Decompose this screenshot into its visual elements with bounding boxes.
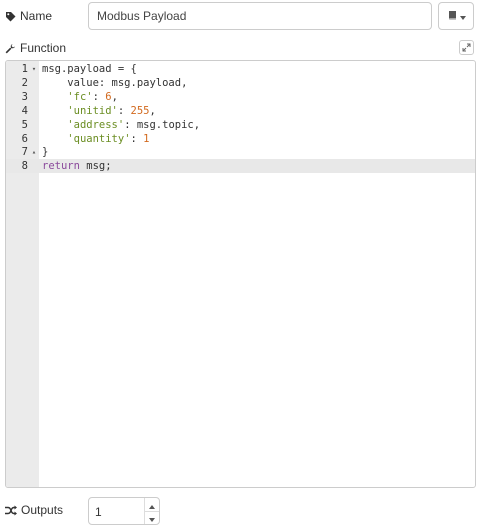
- code-line[interactable]: 6 'quantity': 1: [6, 132, 475, 146]
- tag-icon: [5, 11, 16, 22]
- name-label: Name: [5, 9, 52, 23]
- spinner-down-button[interactable]: [144, 511, 159, 524]
- token: :: [130, 132, 144, 145]
- code-text: value: msg.payload,: [42, 76, 187, 90]
- token-num: 255: [130, 104, 150, 117]
- code-text: }: [42, 145, 48, 159]
- code-text: return msg;: [42, 159, 112, 173]
- code-editor[interactable]: 1 ▾ msg.payload = {2 value: msg.payload, 3 …: [5, 60, 476, 488]
- library-button[interactable]: [438, 2, 474, 30]
- code-line[interactable]: 2 value: msg.payload,: [6, 76, 475, 90]
- code-line[interactable]: 5 'address': msg.topic,: [6, 118, 475, 132]
- name-input[interactable]: [88, 2, 432, 30]
- line-number: 6: [21, 132, 28, 145]
- token: :: [92, 90, 106, 103]
- caret-down-icon: [459, 9, 466, 23]
- code-line[interactable]: 7 ▴}: [6, 145, 475, 159]
- expand-icon: [462, 41, 471, 55]
- line-number: 2: [21, 76, 28, 89]
- code-text: msg.payload = {: [42, 62, 137, 76]
- token-str: 'address': [67, 118, 125, 131]
- code-text: 'fc': 6,: [42, 90, 118, 104]
- outputs-label: Outputs: [5, 503, 63, 517]
- code-line[interactable]: 1 ▾ msg.payload = {: [6, 62, 475, 76]
- line-number: 5: [21, 118, 28, 131]
- token: :: [117, 104, 131, 117]
- token: value: msg.payload,: [42, 76, 188, 89]
- function-label: Function: [5, 41, 66, 55]
- token-str: 'quantity': [67, 132, 131, 145]
- outputs-spinner[interactable]: 1: [88, 497, 160, 525]
- token-num: 1: [143, 132, 150, 145]
- token: msg.payload = {: [42, 63, 137, 75]
- code-text: 'address': msg.topic,: [42, 118, 200, 132]
- function-label-text: Function: [20, 41, 67, 55]
- token-str: 'fc': [67, 90, 93, 103]
- fold-toggle-icon[interactable]: ▴: [30, 145, 38, 159]
- token: ,: [111, 90, 118, 103]
- token: msg;: [79, 160, 112, 173]
- fold-toggle-icon[interactable]: ▾: [30, 62, 38, 76]
- wrench-icon: [5, 43, 16, 54]
- line-number: 1: [21, 63, 28, 75]
- book-icon: [447, 9, 457, 23]
- caret-up-icon: [149, 498, 155, 512]
- token-kw: return: [42, 160, 80, 173]
- code-text: 'quantity': 1: [42, 132, 150, 146]
- code-text: 'unitid': 255,: [42, 104, 156, 118]
- caret-down-icon: [149, 511, 155, 525]
- code-line[interactable]: 3 'fc': 6,: [6, 90, 475, 104]
- line-number: 8: [21, 160, 28, 173]
- line-number: 3: [21, 90, 28, 103]
- random-icon: [5, 505, 17, 516]
- line-number: 4: [21, 104, 28, 117]
- line-number: 7: [21, 146, 28, 159]
- token: : msg.topic,: [124, 118, 201, 131]
- token-str: 'unitid': [67, 104, 118, 117]
- expand-editor-button[interactable]: [459, 40, 474, 55]
- name-label-text: Name: [20, 9, 53, 23]
- outputs-label-text: Outputs: [21, 503, 64, 517]
- outputs-value[interactable]: 1: [95, 505, 102, 519]
- token: }: [42, 146, 49, 159]
- code-line[interactable]: 4 'unitid': 255,: [6, 104, 475, 118]
- code-line[interactable]: 8 return msg;: [6, 159, 475, 174]
- token: ,: [149, 104, 156, 117]
